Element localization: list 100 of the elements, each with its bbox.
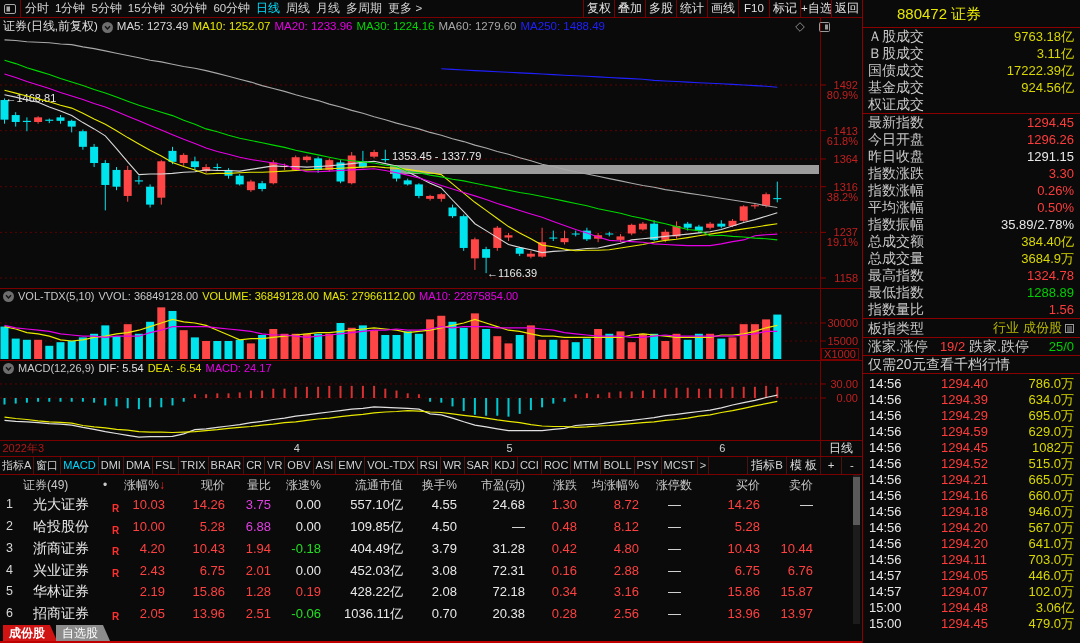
field-label: 今日开盘: [868, 131, 924, 148]
volume-axis-label: 15000: [827, 335, 858, 347]
field-value: 0.50%: [1037, 199, 1074, 216]
table-cell-text: 0.34: [550, 583, 578, 602]
field-value: 3.11亿: [1036, 45, 1074, 62]
field-value: 1294.45: [1027, 114, 1074, 131]
table-cell-text: —: [667, 583, 682, 602]
ratio-axis-label: 38.2%: [826, 190, 858, 203]
row-number: 6: [5, 604, 14, 622]
price-axis-label: 1413: [833, 124, 858, 137]
trade-price: 1294.05: [941, 568, 989, 584]
table-cell-text: —: [667, 604, 682, 623]
table-cell-text: 15.87: [779, 583, 814, 602]
macd-axis-label: 0.00: [836, 392, 858, 404]
trade-volume: 641.0万: [1028, 536, 1074, 552]
volume-axis-label: 30000: [827, 316, 858, 329]
table-cell-text: —: [667, 518, 682, 537]
table-cell-text: 10.00: [131, 518, 166, 537]
date-label: 6: [719, 442, 726, 455]
trade-volume: 946.0万: [1028, 504, 1074, 520]
field-label: 最新指数: [868, 114, 924, 131]
trade-volume: 446.0万: [1028, 568, 1074, 584]
flag-label: R: [112, 502, 120, 514]
table-cell-text: 10.43: [191, 539, 226, 558]
flag-label: R: [112, 568, 120, 580]
table-cell-text: 13.97: [779, 604, 814, 623]
table-cell-text: 5.28: [733, 518, 761, 537]
trade-volume: 567.0万: [1028, 520, 1074, 536]
table-cell-text: 15.86: [191, 583, 226, 602]
table-cell-text: 0.00: [294, 518, 322, 537]
field-value: 3684.9万: [1021, 250, 1074, 267]
field-value: 1288.89: [1027, 284, 1074, 301]
field-label: 指数涨幅: [868, 182, 924, 199]
field-label: 平均涨幅: [868, 199, 924, 216]
ma-legend-label: MA250: 1488.49: [520, 20, 605, 34]
trade-volume: 102.0万: [1028, 584, 1074, 600]
table-cell-text: 2.01: [244, 561, 272, 580]
table-cell-text: 3.08: [430, 561, 458, 580]
field-label: 权证成交: [868, 96, 924, 113]
trade-volume: 634.0万: [1028, 392, 1074, 408]
trade-time: 14:56: [869, 488, 903, 504]
table-cell-text: 4.55: [430, 496, 458, 515]
field-label: 总成交量: [868, 250, 924, 267]
field-label: 指数量比: [868, 301, 924, 318]
trade-price: 1294.20: [941, 536, 989, 552]
ma-legend-label: MA10: 1252.07: [192, 20, 271, 34]
field-label: 指数涨跌: [868, 165, 924, 182]
trade-time: 14:57: [869, 568, 903, 584]
security-title: 880472 证券: [863, 0, 1080, 28]
date-label: 5: [506, 442, 513, 455]
table-cell-text: 0.00: [294, 561, 322, 580]
trade-price: 1294.11: [941, 552, 989, 568]
table-cell-text: 452.03亿: [349, 561, 404, 580]
date-label: 2022年3: [2, 442, 45, 455]
price-axis-label: 1316: [833, 180, 858, 193]
indicator-title: MACD(12,26,9): [18, 361, 95, 376]
trade-time: 14:56: [869, 440, 903, 456]
price-axis-label: 1237: [833, 226, 858, 239]
trade-volume: 786.0万: [1028, 376, 1074, 392]
table-cell-text: 2.88: [612, 561, 640, 580]
field-label: 总成交额: [868, 233, 924, 250]
indicator-title: VOL-TDX(5,10): [18, 289, 95, 304]
price-range-label: 1353.45 - 1337.79: [392, 150, 482, 162]
ma-legend-label: MA20: 1233.96: [274, 20, 353, 34]
table-cell-text: 2.05: [138, 604, 166, 623]
trade-time: 14:56: [869, 376, 903, 392]
flag-label: R: [112, 611, 120, 623]
table-cell-text: 24.68: [491, 496, 526, 515]
table-cell-text: 2.56: [612, 604, 640, 623]
table-cell-text: 14.26: [191, 496, 226, 515]
field-label: 指数振幅: [868, 216, 924, 233]
table-cell-text: 1.94: [244, 539, 272, 558]
table-cell-text: 404.49亿: [349, 539, 404, 558]
field-label: Ａ股成交: [868, 28, 924, 45]
table-cell-text: 0.00: [294, 496, 322, 515]
field-value: 25/0: [1048, 338, 1074, 355]
trade-time: 14:56: [869, 472, 903, 488]
table-cell-text: 428.22亿: [349, 583, 404, 602]
trade-price: 1294.45: [941, 440, 989, 456]
price-axis-label: 1492: [833, 79, 858, 91]
trade-price: 1294.18: [941, 504, 989, 520]
trade-volume: 665.0万: [1028, 472, 1074, 488]
indicator-legend-label: MA10: 22875854.00: [419, 289, 519, 304]
table-cell-text: 8.72: [612, 496, 640, 515]
table-cell-text: 2.08: [430, 583, 458, 602]
table-cell-text: 13.96: [191, 604, 226, 623]
ratio-axis-label: 61.8%: [826, 134, 858, 147]
trade-time: 14:56: [869, 552, 903, 568]
table-cell-text: 72.31: [491, 561, 526, 580]
table-cell-text: —: [667, 561, 682, 580]
field-value: 1296.26: [1027, 131, 1074, 148]
table-cell-text: 5.28: [198, 518, 226, 537]
trade-time: 14:56: [869, 424, 903, 440]
field-value: 0.26%: [1037, 182, 1074, 199]
table-cell-text: 1036.11亿: [342, 604, 404, 623]
flag-label: R: [112, 524, 120, 536]
table-cell-text: 4.20: [138, 539, 166, 558]
indicator-legend-label: VVOL: 36849128.00: [98, 289, 199, 304]
indicator-legend-label: MA5: 27966112.00: [322, 289, 416, 304]
field-label: 最低指数: [868, 284, 924, 301]
